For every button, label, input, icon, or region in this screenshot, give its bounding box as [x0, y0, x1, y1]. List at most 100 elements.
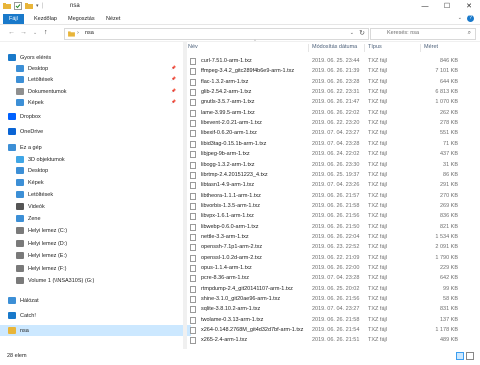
table-row[interactable]: twolame-0.3.13-arm-1.txz 2019. 06. 26. 21…	[188, 315, 470, 326]
table-row[interactable]: curl-7.51.0-arm-1.txz 2019. 06. 25. 23:44…	[188, 56, 470, 67]
file-type: TXZ fájl	[368, 202, 387, 209]
breadcrumb[interactable]: nsa	[85, 30, 94, 36]
sidebar-item[interactable]: Helyi lemez (D:)	[16, 238, 67, 249]
desktop-icon	[16, 65, 24, 72]
checkmark-properties-icon[interactable]	[14, 2, 22, 10]
search-input[interactable]: Keresés: nsa	[387, 30, 419, 36]
maximize-button[interactable]: ☐	[436, 0, 458, 13]
table-row[interactable]: libjpeg-9b-arm-1.txz 2019. 06. 24. 22:02 T…	[188, 149, 470, 160]
table-row[interactable]: librtmp-2.4.20151223_4.txz 2019. 06. 25. …	[188, 170, 470, 181]
table-row[interactable]: flac-1.3.2-arm-1.txz 2019. 06. 26. 23:28 T…	[188, 77, 470, 88]
column-divider[interactable]	[420, 44, 421, 52]
back-icon[interactable]: ←	[8, 29, 15, 36]
table-row[interactable]: x265-2.4-arm-1.txz 2019. 06. 26. 21:51 TXZ…	[188, 335, 470, 346]
table-row[interactable]: shine-3.1.0_git20ae96-arm-1.txz 2019. 06.…	[188, 294, 470, 305]
column-divider[interactable]	[308, 44, 309, 52]
sidebar-item[interactable]: Desktop	[16, 165, 48, 176]
sidebar-item[interactable]: Helyi lemez (C:)	[16, 225, 67, 236]
network-icon	[8, 297, 16, 304]
file-name: libtheora-1.1.1-arm-1.txz	[201, 192, 261, 199]
table-row[interactable]: sqlite-3.8.10.2-arm-1.txz 2019. 07. 04. 2…	[188, 304, 470, 315]
sidebar-item[interactable]: Zene	[16, 213, 41, 224]
sidebar-item[interactable]: Helyi lemez (E:)	[16, 250, 67, 261]
column-header-size[interactable]: Méret	[424, 44, 438, 50]
table-row[interactable]: pcre-8.36-arm-1.txz 2019. 07. 04. 23:28 TX…	[188, 273, 470, 284]
sidebar-item[interactable]: 3D objektumok	[16, 154, 65, 165]
table-row[interactable]: libvorbis-1.3.5-arm-1.txz 2019. 06. 26. 2…	[188, 201, 470, 212]
file-date: 2019. 06. 26. 22:02	[312, 109, 360, 116]
tab-share[interactable]: Megosztás	[62, 14, 101, 24]
table-row[interactable]: libvpx-1.6.1-arm-1.txz 2019. 06. 26. 21:5…	[188, 211, 470, 222]
details-view-icon[interactable]	[456, 352, 464, 360]
table-row[interactable]: openssh-7.1p1-arm-2.txz 2019. 06. 23. 22:…	[188, 242, 470, 253]
sidebar-item[interactable]: Gyors elérés	[8, 52, 51, 63]
table-row[interactable]: libexif-0.6.20-arm-1.txz 2019. 07. 04. 23…	[188, 128, 470, 139]
recent-locations-icon[interactable]: ⌄	[33, 30, 37, 36]
sidebar-item[interactable]: Desktop	[16, 63, 48, 74]
search-box[interactable]: Keresés: nsa ⌕	[370, 28, 476, 40]
table-row[interactable]: ffmpeg-3.4.2_gitc289f4b6e9-arm-1.txz 2019…	[188, 66, 470, 77]
table-row[interactable]: x264-0.148.2768M_git4d32d7bf-arm-1.txz 20…	[188, 325, 470, 336]
minimize-button[interactable]: —	[414, 0, 436, 13]
window-controls: — ☐ ✕	[414, 0, 480, 13]
up-icon[interactable]: ↑	[44, 29, 48, 36]
table-row[interactable]: lame-3.99.5-arm-1.txz 2019. 06. 26. 22:02…	[188, 108, 470, 119]
column-header-name[interactable]: Név	[188, 44, 198, 50]
tab-home[interactable]: Kezdőlap	[28, 14, 63, 24]
sidebar-item[interactable]: OneDrive	[8, 126, 43, 137]
sidebar-item[interactable]: Dropbox	[8, 111, 41, 122]
nav-scrollbar[interactable]	[183, 42, 187, 349]
sidebar-item[interactable]: Letöltések	[16, 189, 53, 200]
table-row[interactable]: libogg-1.3.2-arm-1.txz 2019. 06. 26. 23:3…	[188, 160, 470, 171]
table-row[interactable]: nettle-3.3-arm-1.txz 2019. 06. 26. 22:04 T…	[188, 232, 470, 243]
file-icon	[190, 130, 196, 138]
column-header-type[interactable]: Típus	[368, 44, 382, 50]
file-icon	[190, 192, 196, 200]
file-type: TXZ fájl	[368, 337, 387, 344]
table-row[interactable]: libevent-2.0.21-arm-1.txz 2019. 06. 22. 2…	[188, 118, 470, 129]
file-icon	[190, 275, 196, 283]
forward-icon[interactable]: →	[20, 29, 27, 36]
tab-view[interactable]: Nézet	[100, 14, 126, 24]
desktop-icon	[16, 167, 24, 174]
sidebar-item[interactable]: Catch!	[8, 310, 36, 321]
sidebar-item[interactable]: Dokumentumok	[16, 86, 67, 97]
new-folder-icon[interactable]	[25, 2, 33, 10]
sidebar-item[interactable]: Ez a gép	[8, 142, 42, 153]
table-row[interactable]: opus-1.1.4-arm-1.txz 2019. 06. 26. 22:00 T…	[188, 263, 470, 274]
file-icon	[190, 99, 196, 107]
tab-file[interactable]: Fájl	[3, 14, 24, 24]
sidebar-item[interactable]: Hálózat	[8, 295, 39, 306]
table-row[interactable]: rtmpdump-2.4_git20141107-arm-1.txz 2019. …	[188, 284, 470, 295]
sidebar-item[interactable]: Volume 1 (\\NSA310S) (G:)	[16, 275, 94, 286]
sidebar-item-label: OneDrive	[20, 128, 44, 135]
sidebar-item[interactable]: nsa	[0, 325, 191, 336]
file-name: x264-0.148.2768M_git4d32d7bf-arm-1.txz	[201, 327, 304, 334]
breadcrumb-chevron-icon[interactable]: ›	[77, 30, 79, 36]
ribbon-expand-icon[interactable]: ⌄	[458, 15, 462, 21]
large-icons-view-icon[interactable]	[466, 352, 474, 360]
table-row[interactable]: libtheora-1.1.1-arm-1.txz 2019. 06. 26. 2…	[188, 191, 470, 202]
close-button[interactable]: ✕	[458, 0, 480, 13]
column-divider[interactable]	[364, 44, 365, 52]
table-row[interactable]: gnutls-3.5.7-arm-1.txz 2019. 06. 26. 21:4…	[188, 97, 470, 108]
sidebar-item[interactable]: Letöltések	[16, 74, 53, 85]
table-row[interactable]: libid3tag-0.15.1b-arm-1.txz 2019. 07. 04.…	[188, 139, 470, 150]
sidebar-item[interactable]: Képek	[16, 97, 44, 108]
help-icon[interactable]: ?	[467, 15, 474, 22]
table-row[interactable]: openssl-1.0.2d-arm-2.txz 2019. 06. 22. 21…	[188, 253, 470, 264]
sidebar-item-label: Hálózat	[20, 297, 39, 304]
table-row[interactable]: glib-2.54.2-arm-1.txz 2019. 06. 22. 23:31…	[188, 87, 470, 98]
sidebar-item[interactable]: Helyi lemez (F:)	[16, 263, 67, 274]
sidebar-item[interactable]: Képek	[16, 177, 44, 188]
address-dropdown-icon[interactable]: ⌄	[350, 30, 354, 36]
customize-toolbar-dropdown[interactable]: ▾	[36, 3, 39, 9]
file-name: gnutls-3.5.7-arm-1.txz	[201, 99, 255, 106]
table-row[interactable]: libwebp-0.6.0-arm-1.txz 2019. 06. 26. 21:…	[188, 222, 470, 233]
table-row[interactable]: libtasn1-4.9-arm-1.txz 2019. 07. 04. 23:2…	[188, 180, 470, 191]
refresh-icon[interactable]: ↻	[359, 29, 365, 37]
address-bar[interactable]: › nsa ⌄ ↻	[64, 28, 369, 40]
sidebar-item[interactable]: Videók	[16, 201, 45, 212]
file-name: x265-2.4-arm-1.txz	[201, 337, 248, 344]
column-header-date[interactable]: Módosítás dátuma	[312, 44, 357, 50]
